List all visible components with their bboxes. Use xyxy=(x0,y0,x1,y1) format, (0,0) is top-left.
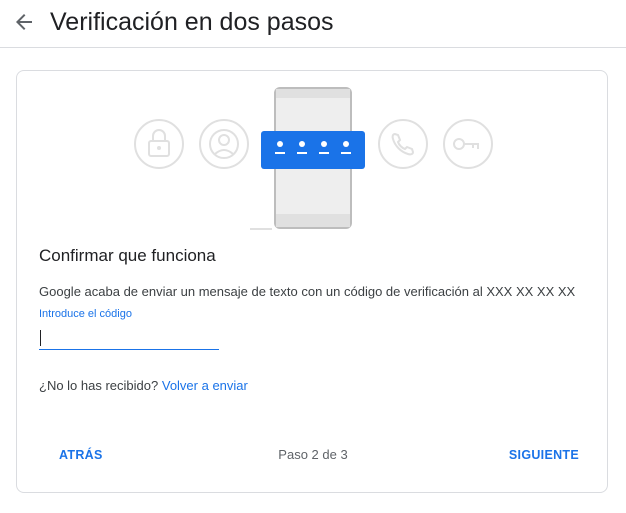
code-field-label: Introduce el código xyxy=(39,308,132,320)
arrow-back-icon[interactable] xyxy=(12,10,36,34)
verification-card: Confirmar que funciona Google acaba de e… xyxy=(16,70,608,493)
resend-prompt: ¿No lo has recibido? xyxy=(39,378,159,393)
resend-link[interactable]: Volver a enviar xyxy=(162,378,248,393)
page-title: Verificación en dos pasos xyxy=(50,8,334,36)
phone-call-icon xyxy=(378,119,428,169)
verification-code-input[interactable] xyxy=(39,327,219,350)
lock-icon xyxy=(134,119,184,169)
sms-message-text: Google acaba de enviar un mensaje de tex… xyxy=(39,284,576,299)
resend-row: ¿No lo has recibido? Volver a enviar xyxy=(39,377,248,395)
text-caret xyxy=(40,330,41,346)
verification-illustration xyxy=(134,87,493,230)
page-header: Verificación en dos pasos xyxy=(0,0,626,48)
code-box-illustration xyxy=(261,131,365,169)
section-title: Confirmar que funciona xyxy=(39,246,216,265)
key-icon xyxy=(443,119,493,169)
account-circle-icon xyxy=(199,119,249,169)
next-button[interactable]: SIGUIENTE xyxy=(509,447,579,463)
